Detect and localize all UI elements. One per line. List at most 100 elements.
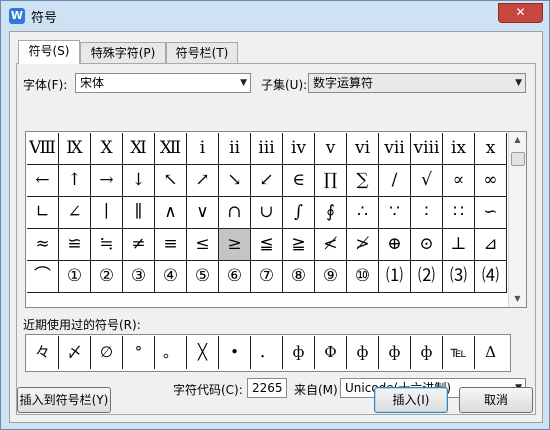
symbol-cell[interactable]: ⊙	[411, 229, 443, 261]
symbol-cell[interactable]: ⅶ	[379, 133, 411, 165]
recent-symbol-cell[interactable]: •	[219, 336, 251, 369]
tab-special-characters[interactable]: 特殊字符(P)	[80, 42, 166, 63]
font-select[interactable]: 宋体 ▼	[75, 73, 251, 93]
symbol-cell[interactable]: ∣	[91, 197, 123, 229]
symbol-cell[interactable]: ⅸ	[443, 133, 475, 165]
recent-symbol-cell[interactable]: ф	[379, 336, 411, 369]
symbol-cell[interactable]: ∪	[251, 197, 283, 229]
symbol-cell[interactable]: ⑦	[251, 261, 283, 293]
recent-symbol-cell[interactable]: Ф	[315, 336, 347, 369]
insert-to-symbol-bar-button[interactable]: 插入到符号栏(Y)	[17, 387, 111, 413]
symbol-cell[interactable]: ⊕	[379, 229, 411, 261]
symbol-cell[interactable]: ∵	[379, 197, 411, 229]
recent-symbol-cell[interactable]: 々	[27, 336, 59, 369]
subset-select[interactable]: 数字运算符 ▼	[308, 73, 526, 93]
symbol-cell[interactable]: ⑩	[347, 261, 379, 293]
symbol-cell[interactable]: ⅳ	[283, 133, 315, 165]
symbol-cell[interactable]: ⑵	[411, 261, 443, 293]
symbol-cell[interactable]: ∝	[443, 165, 475, 197]
symbol-cell[interactable]: ∑	[347, 165, 379, 197]
symbol-cell[interactable]: ∩	[219, 197, 251, 229]
symbol-cell[interactable]: ⊥	[443, 229, 475, 261]
symbol-cell[interactable]: ∕	[379, 165, 411, 197]
tab-symbol-bar[interactable]: 符号栏(T)	[166, 42, 238, 63]
symbol-cell[interactable]: ∴	[347, 197, 379, 229]
recent-symbol-cell[interactable]: ．	[251, 336, 283, 369]
symbol-cell[interactable]: ④	[155, 261, 187, 293]
symbol-cell[interactable]: ⑶	[443, 261, 475, 293]
symbol-cell[interactable]: ⌒	[27, 261, 59, 293]
symbol-cell[interactable]: ⑨	[315, 261, 347, 293]
symbol-cell[interactable]: ⑷	[475, 261, 507, 293]
symbol-cell[interactable]: ≮	[315, 229, 347, 261]
symbol-cell[interactable]: Ⅺ	[123, 133, 155, 165]
symbol-grid-scrollbar[interactable]: ▲ ▼	[508, 132, 526, 307]
symbol-cell[interactable]: ∠	[59, 197, 91, 229]
symbol-cell[interactable]: ⅷ	[411, 133, 443, 165]
symbol-cell[interactable]: ⅰ	[187, 133, 219, 165]
symbol-cell[interactable]: ≧	[283, 229, 315, 261]
symbol-cell[interactable]: ≠	[123, 229, 155, 261]
symbol-cell[interactable]: ⅴ	[315, 133, 347, 165]
symbol-cell[interactable]: ↑	[59, 165, 91, 197]
symbol-cell[interactable]: ≥	[219, 229, 251, 261]
symbol-cell[interactable]: ≯	[347, 229, 379, 261]
symbol-cell[interactable]: ⅹ	[475, 133, 507, 165]
symbol-cell[interactable]: ≤	[187, 229, 219, 261]
symbol-cell[interactable]: ②	[91, 261, 123, 293]
insert-button[interactable]: 插入(I)	[374, 387, 448, 413]
symbol-cell[interactable]: Ⅷ	[27, 133, 59, 165]
symbol-cell[interactable]: ∫	[283, 197, 315, 229]
symbol-cell[interactable]: ↙	[251, 165, 283, 197]
symbol-cell[interactable]: ∷	[443, 197, 475, 229]
symbol-cell[interactable]: Ⅹ	[91, 133, 123, 165]
symbol-cell[interactable]: ∞	[475, 165, 507, 197]
symbol-cell[interactable]: ∥	[123, 197, 155, 229]
symbol-cell[interactable]: ↘	[219, 165, 251, 197]
symbol-cell[interactable]: √	[411, 165, 443, 197]
scroll-up-arrow-icon[interactable]: ▲	[509, 132, 526, 148]
recent-symbol-cell[interactable]: ф	[411, 336, 443, 369]
symbol-cell[interactable]: ⅲ	[251, 133, 283, 165]
recent-symbol-cell[interactable]: ╳	[187, 336, 219, 369]
title-bar[interactable]: W 符号 ✕	[1, 1, 549, 31]
symbol-cell[interactable]: →	[91, 165, 123, 197]
symbol-cell[interactable]: ⑥	[219, 261, 251, 293]
scroll-thumb[interactable]	[511, 152, 525, 166]
symbol-cell[interactable]: ⊿	[475, 229, 507, 261]
recent-symbol-cell[interactable]: °	[123, 336, 155, 369]
recent-symbol-cell[interactable]: Δ	[475, 336, 506, 369]
close-button[interactable]: ✕	[498, 3, 543, 23]
recent-symbol-cell[interactable]: ∅	[91, 336, 123, 369]
scroll-down-arrow-icon[interactable]: ▼	[509, 291, 526, 307]
symbol-cell[interactable]: ←	[27, 165, 59, 197]
symbol-cell[interactable]: ∨	[187, 197, 219, 229]
symbol-cell[interactable]: ∏	[315, 165, 347, 197]
symbol-cell[interactable]: ≌	[59, 229, 91, 261]
symbol-cell[interactable]: ⑴	[379, 261, 411, 293]
recent-symbol-cell[interactable]: 〆	[59, 336, 91, 369]
symbol-cell[interactable]: ↓	[123, 165, 155, 197]
symbol-cell[interactable]: ≒	[91, 229, 123, 261]
symbol-cell[interactable]: ↗	[187, 165, 219, 197]
symbol-cell[interactable]: Ⅸ	[59, 133, 91, 165]
symbol-cell[interactable]: ⅱ	[219, 133, 251, 165]
symbol-cell[interactable]: ①	[59, 261, 91, 293]
symbol-cell[interactable]: ≡	[155, 229, 187, 261]
recent-symbol-cell[interactable]: ф	[283, 336, 315, 369]
symbol-cell[interactable]: ∧	[155, 197, 187, 229]
symbol-cell[interactable]: Ⅻ	[155, 133, 187, 165]
cancel-button[interactable]: 取消	[459, 387, 533, 413]
recent-symbol-cell[interactable]: ℡	[443, 336, 475, 369]
symbol-cell[interactable]: ⑧	[283, 261, 315, 293]
symbol-cell[interactable]: ∽	[475, 197, 507, 229]
recent-symbol-cell[interactable]: ф	[347, 336, 379, 369]
symbol-cell[interactable]: ∟	[27, 197, 59, 229]
symbol-cell[interactable]: ⑤	[187, 261, 219, 293]
symbol-cell[interactable]: ∮	[315, 197, 347, 229]
symbol-cell[interactable]: ⅵ	[347, 133, 379, 165]
recent-symbol-cell[interactable]: 。	[155, 336, 187, 369]
symbol-cell[interactable]: ③	[123, 261, 155, 293]
symbol-cell[interactable]: ≦	[251, 229, 283, 261]
symbol-cell[interactable]: ∈	[283, 165, 315, 197]
